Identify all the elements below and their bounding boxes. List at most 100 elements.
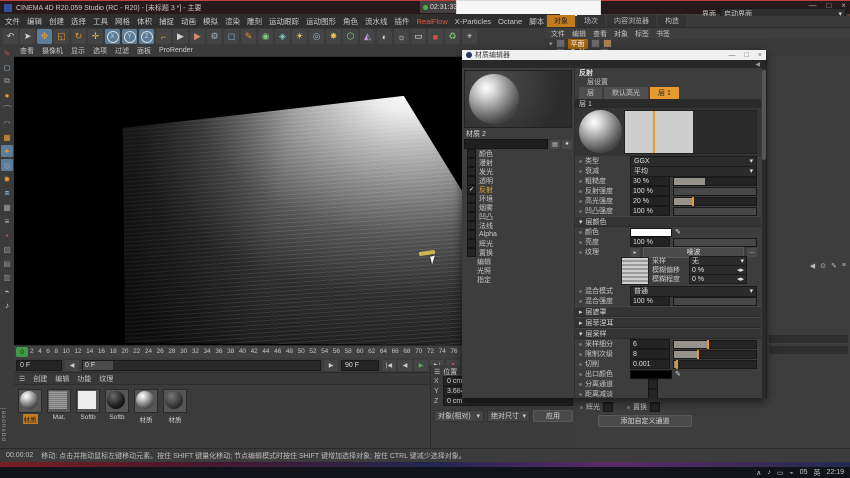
add-primitive-cube-icon[interactable]: ◻ [224, 29, 239, 44]
input-language-indicator[interactable]: 英 [813, 468, 820, 478]
om-menu-文件[interactable]: 文件 [551, 29, 565, 39]
expand-icon[interactable]: ▸ [579, 308, 583, 316]
hatch-texture-icon[interactable]: ▨ [1, 243, 13, 255]
menu-item-Octane[interactable]: Octane [498, 17, 522, 26]
menu-item-工具[interactable]: 工具 [93, 16, 108, 27]
material-thumbnail[interactable]: Softb [76, 389, 100, 424]
end-frame-field[interactable]: 90 F [341, 360, 379, 371]
tray-icon[interactable]: ▭ [777, 469, 784, 477]
axis-z-lock-icon[interactable]: Z [139, 29, 154, 44]
采样细分-slider[interactable] [673, 340, 757, 349]
frame-back-button[interactable]: ◀ [65, 360, 79, 371]
mode-label[interactable]: 指定 [477, 275, 491, 285]
play-button[interactable]: ▶ [414, 360, 428, 371]
scrollbar[interactable] [762, 68, 766, 398]
solo-mode-icon[interactable]: ▭ [411, 29, 426, 44]
timeline-scroll-thumb[interactable]: 0 F [83, 361, 113, 370]
array-icon[interactable]: ⧉ [1, 75, 13, 87]
viewport-menu-ProRender[interactable]: ProRender [159, 47, 193, 54]
bend-deformer-icon[interactable]: ⌒ [1, 103, 13, 115]
timeline-ruler[interactable]: 0 24681012141618202224262830323436384042… [14, 345, 462, 359]
衰减-dropdown[interactable]: 平均▾ [630, 166, 757, 177]
menu-item-文件[interactable]: 文件 [5, 16, 20, 27]
taper-deformer-icon[interactable]: ◠ [1, 117, 13, 129]
采样细分-value-field[interactable]: 6 [630, 339, 670, 349]
粗糙度-value-field[interactable]: 30 % [630, 176, 670, 186]
om-menu-查看[interactable]: 查看 [593, 29, 607, 39]
display-mode-icon[interactable]: ◐ [377, 29, 392, 44]
tile-texture-icon[interactable]: ▤ [1, 257, 13, 269]
eyedropper-icon[interactable]: ✎ [675, 228, 681, 236]
sweep-icon[interactable]: ✹ [1, 173, 13, 185]
edit-icon[interactable]: ✎ [831, 262, 837, 270]
menu-item-角色[interactable]: 角色 [343, 16, 358, 27]
add-light-icon[interactable]: ✸ [326, 29, 341, 44]
viewport[interactable] [14, 57, 462, 345]
material-thumbnail[interactable]: Softb [105, 389, 129, 424]
cube-stack-icon[interactable]: ⧈ [1, 187, 13, 199]
collapse-left-icon[interactable]: ◀ [755, 61, 760, 68]
channel-checkbox[interactable] [467, 158, 476, 167]
tray-icon[interactable]: ♪ [767, 469, 771, 477]
mograph-icon[interactable]: ⬡ [343, 29, 358, 44]
section-层菲涅耳[interactable]: ▸层菲涅耳 [575, 317, 761, 328]
goto-start-button[interactable]: |◀ [382, 360, 396, 371]
viewport-menu-过滤[interactable]: 过滤 [115, 46, 129, 56]
material-thumbnail[interactable]: 材质 [134, 389, 158, 424]
coordinate-system-icon[interactable]: ⌐ [156, 29, 171, 44]
fields-icon[interactable]: ◭ [360, 29, 375, 44]
object-tag-icon[interactable] [603, 39, 612, 48]
channel-label[interactable]: Alpha [479, 231, 497, 238]
section-层遮罩[interactable]: ▸层遮罩 [575, 306, 761, 317]
sky-object-icon[interactable]: ◍ [1, 159, 13, 171]
menu-item-渲染[interactable]: 渲染 [225, 16, 240, 27]
material-thumbnail[interactable]: 材质 [163, 389, 187, 424]
snap-icon[interactable]: ⌖ [462, 29, 477, 44]
tab-层[interactable]: 层 [579, 87, 602, 99]
axis-y-lock-icon[interactable]: Y [122, 29, 137, 44]
channel-checkbox[interactable] [467, 248, 476, 257]
tray-icon[interactable]: ⌁ [789, 469, 793, 477]
scale-tool-icon[interactable]: ◱ [54, 29, 69, 44]
live-selection-icon[interactable]: ➤ [20, 29, 35, 44]
menu-item-捕捉[interactable]: 捕捉 [159, 16, 174, 27]
microphone-icon[interactable]: ♪ [1, 299, 13, 311]
preview-size-button[interactable]: ▤ [550, 140, 560, 149]
menu-item-编辑[interactable]: 编辑 [27, 16, 42, 27]
凹凸强度-value-field[interactable]: 100 % [630, 206, 670, 216]
切削-value-field[interactable]: 0.001 [630, 359, 670, 369]
texture-expand-icon[interactable]: ▸ [630, 248, 640, 257]
add-camera-icon[interactable]: ◎ [309, 29, 324, 44]
混合强度-value-field[interactable]: 100 % [630, 296, 670, 306]
menu-item-脚本[interactable]: 脚本 [529, 16, 544, 27]
mode-row-指定[interactable]: 指定 [464, 275, 572, 284]
section-层采样[interactable]: ▾层采样 [575, 328, 761, 339]
channel-checkbox[interactable] [467, 221, 476, 230]
add-environment-icon[interactable]: ☀ [292, 29, 307, 44]
viewport-menu-查看[interactable]: 查看 [20, 46, 34, 56]
material-thumbnail[interactable]: Mat. [47, 389, 71, 424]
viewport-menu-显示[interactable]: 显示 [71, 46, 85, 56]
tab-默认高光[interactable]: 默认高光 [604, 87, 648, 99]
粗糙度-slider[interactable] [673, 177, 757, 186]
距离减淡-checkbox[interactable] [648, 389, 658, 398]
高光强度-slider[interactable] [673, 197, 757, 206]
minimize-icon[interactable]: — [729, 52, 736, 59]
hamburger-icon[interactable]: ☰ [19, 375, 25, 383]
record-mode-icon[interactable]: ■ [428, 29, 443, 44]
object-tag-icon[interactable] [591, 39, 600, 48]
channel-checkbox[interactable] [467, 239, 476, 248]
spinner-icon[interactable]: ◂▸ [737, 275, 744, 283]
menu-item-网格[interactable]: 网格 [115, 16, 130, 27]
凹凸强度-slider[interactable] [673, 207, 757, 216]
om-menu-书签[interactable]: 书签 [656, 29, 670, 39]
current-frame-marker[interactable]: 0 [16, 347, 28, 357]
tab-层 1[interactable]: 层 1 [650, 87, 679, 99]
texture-thumbnail[interactable] [621, 257, 649, 285]
clock[interactable]: 22:19 [826, 469, 844, 476]
viewport-menu-面板[interactable]: 面板 [137, 46, 151, 56]
mm-menu-编辑[interactable]: 编辑 [55, 374, 69, 384]
menu-item-流水线[interactable]: 流水线 [365, 16, 388, 27]
material-editor-titlebar[interactable]: 材质编辑器 —□× [462, 50, 766, 60]
反射强度-slider[interactable] [673, 187, 757, 196]
